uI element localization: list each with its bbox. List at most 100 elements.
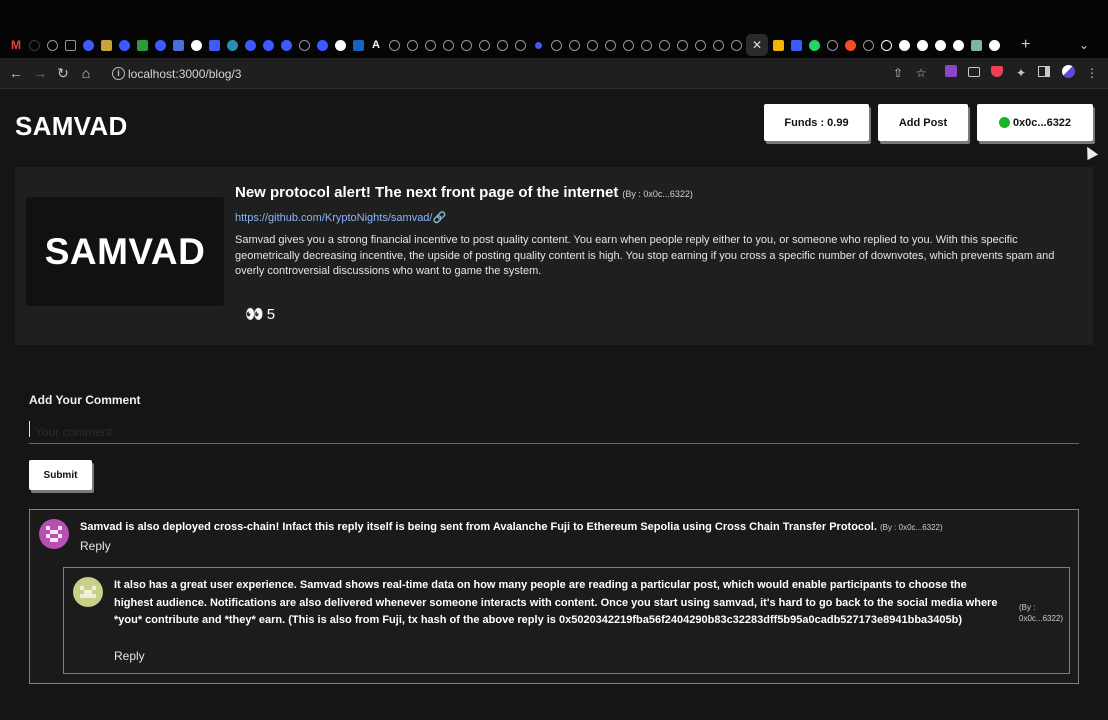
tab-icon[interactable] bbox=[296, 37, 312, 53]
tab-icon[interactable] bbox=[494, 37, 510, 53]
funds-button[interactable]: Funds : 0.99 bbox=[764, 104, 869, 141]
tab-icon[interactable] bbox=[602, 37, 618, 53]
view-count-value: 5 bbox=[266, 305, 276, 323]
tab-icon[interactable] bbox=[98, 37, 114, 53]
tab-icon[interactable] bbox=[530, 37, 546, 53]
tab-icon[interactable] bbox=[332, 37, 348, 53]
bookmark-star-icon[interactable]: ☆ bbox=[913, 65, 929, 81]
gmail-tab-icon[interactable]: M bbox=[8, 37, 24, 53]
tab-icon[interactable] bbox=[842, 37, 858, 53]
tab-icon[interactable] bbox=[386, 37, 402, 53]
tab-strip: M A ✕ bbox=[8, 34, 1002, 56]
home-icon[interactable]: ⌂ bbox=[78, 65, 94, 81]
tab-icon[interactable] bbox=[566, 37, 582, 53]
browser-menu-icon[interactable]: ⋮ bbox=[1084, 65, 1100, 81]
tab-icon[interactable] bbox=[548, 37, 564, 53]
browser-toolbar: ← → ↻ ⌂ i localhost:3000/blog/3 ⇧ ☆ ✦ ⋮ bbox=[0, 58, 1108, 89]
whatsapp-tab-icon[interactable] bbox=[806, 37, 822, 53]
comment-text: Samvad is also deployed cross-chain! Inf… bbox=[80, 519, 1040, 537]
brand-logo[interactable]: SAMVAD bbox=[15, 111, 128, 142]
tab-icon[interactable] bbox=[692, 37, 708, 53]
tab-search-icon[interactable]: ⌄ bbox=[1079, 38, 1089, 52]
wallet-account-button[interactable]: 0x0c...6322 bbox=[977, 104, 1093, 141]
tab-icon[interactable] bbox=[476, 37, 492, 53]
tab-icon[interactable] bbox=[878, 37, 894, 53]
active-tab-close-icon[interactable]: ✕ bbox=[746, 34, 768, 56]
text-caret bbox=[29, 421, 30, 437]
site-info-icon[interactable]: i bbox=[112, 67, 125, 80]
google-tab-icon[interactable] bbox=[950, 37, 966, 53]
tab-icon[interactable] bbox=[80, 37, 96, 53]
add-post-button[interactable]: Add Post bbox=[878, 104, 968, 141]
comment-author: (By : 0x0c...6322) bbox=[879, 523, 943, 532]
nested-reply: It also has a great user experience. Sam… bbox=[63, 567, 1070, 674]
forward-icon[interactable]: → bbox=[32, 65, 48, 81]
tab-icon[interactable]: A bbox=[368, 37, 384, 53]
tab-icon[interactable] bbox=[512, 37, 528, 53]
pocket-icon[interactable] bbox=[989, 65, 1005, 81]
tab-icon[interactable] bbox=[242, 37, 258, 53]
tab-icon[interactable] bbox=[458, 37, 474, 53]
reply-text: It also has a great user experience. Sam… bbox=[114, 579, 998, 626]
reply-button[interactable]: Reply bbox=[80, 539, 111, 553]
share-icon[interactable]: ⇧ bbox=[890, 65, 906, 81]
reply-button[interactable]: Reply bbox=[114, 649, 145, 663]
back-icon[interactable]: ← bbox=[8, 65, 24, 81]
tab-icon[interactable] bbox=[674, 37, 690, 53]
tab-icon[interactable] bbox=[860, 37, 876, 53]
tab-icon[interactable] bbox=[152, 37, 168, 53]
submit-button[interactable]: Submit bbox=[29, 460, 92, 490]
post-card: SAMVAD New protocol alert! The next fron… bbox=[15, 167, 1093, 345]
tab-icon[interactable] bbox=[710, 37, 726, 53]
tab-icon[interactable] bbox=[824, 37, 840, 53]
tab-icon[interactable] bbox=[638, 37, 654, 53]
tab-icon[interactable] bbox=[788, 37, 804, 53]
address-url[interactable]: localhost:3000/blog/3 bbox=[128, 67, 241, 81]
tab-icon[interactable] bbox=[314, 37, 330, 53]
extensions-puzzle-icon[interactable]: ✦ bbox=[1013, 65, 1029, 81]
post-title-text: New protocol alert! The next front page … bbox=[235, 184, 619, 201]
tab-icon[interactable] bbox=[206, 37, 222, 53]
github-tab-icon[interactable] bbox=[986, 37, 1002, 53]
reload-icon[interactable]: ↻ bbox=[55, 65, 71, 81]
tab-icon[interactable] bbox=[62, 37, 78, 53]
new-tab-button[interactable]: + bbox=[1021, 36, 1030, 54]
side-panel-icon[interactable] bbox=[1036, 65, 1052, 81]
post-title: New protocol alert! The next front page … bbox=[235, 184, 693, 201]
tab-icon[interactable] bbox=[224, 37, 240, 53]
extension-icon[interactable] bbox=[966, 65, 982, 81]
tab-icon[interactable] bbox=[584, 37, 600, 53]
tab-icon[interactable] bbox=[134, 37, 150, 53]
tab-icon[interactable] bbox=[932, 37, 948, 53]
view-count: 👀 5 bbox=[245, 305, 276, 324]
avatar bbox=[73, 577, 103, 607]
tab-icon[interactable] bbox=[656, 37, 672, 53]
tab-icon[interactable] bbox=[440, 37, 456, 53]
eyes-icon: 👀 bbox=[245, 306, 264, 323]
comment-input[interactable] bbox=[29, 420, 1079, 444]
post-link[interactable]: https://github.com/KryptoNights/samvad/🔗 bbox=[235, 211, 446, 224]
tab-icon[interactable] bbox=[620, 37, 636, 53]
browser-tab-bar: M A ✕ + ⌄ bbox=[0, 0, 1108, 58]
post-logo-image: SAMVAD bbox=[26, 197, 224, 306]
google-tab-icon[interactable] bbox=[188, 37, 204, 53]
tab-icon[interactable] bbox=[278, 37, 294, 53]
tab-icon[interactable] bbox=[260, 37, 276, 53]
tab-icon[interactable] bbox=[422, 37, 438, 53]
tab-icon[interactable] bbox=[770, 37, 786, 53]
tab-icon[interactable] bbox=[728, 37, 744, 53]
tab-icon[interactable] bbox=[914, 37, 930, 53]
tab-icon[interactable] bbox=[350, 37, 366, 53]
tab-icon[interactable] bbox=[116, 37, 132, 53]
tab-icon[interactable] bbox=[26, 37, 42, 53]
github-tab-icon[interactable] bbox=[896, 37, 912, 53]
address-bar[interactable]: i localhost:3000/blog/3 bbox=[104, 62, 938, 86]
add-comment-heading: Add Your Comment bbox=[29, 393, 141, 407]
extension-icon[interactable] bbox=[943, 65, 959, 81]
profile-avatar[interactable] bbox=[1060, 65, 1076, 81]
tab-icon[interactable] bbox=[968, 37, 984, 53]
tab-icon[interactable] bbox=[44, 37, 60, 53]
tab-icon[interactable] bbox=[170, 37, 186, 53]
post-author: (By : 0x0c...6322) bbox=[622, 189, 693, 199]
tab-icon[interactable] bbox=[404, 37, 420, 53]
